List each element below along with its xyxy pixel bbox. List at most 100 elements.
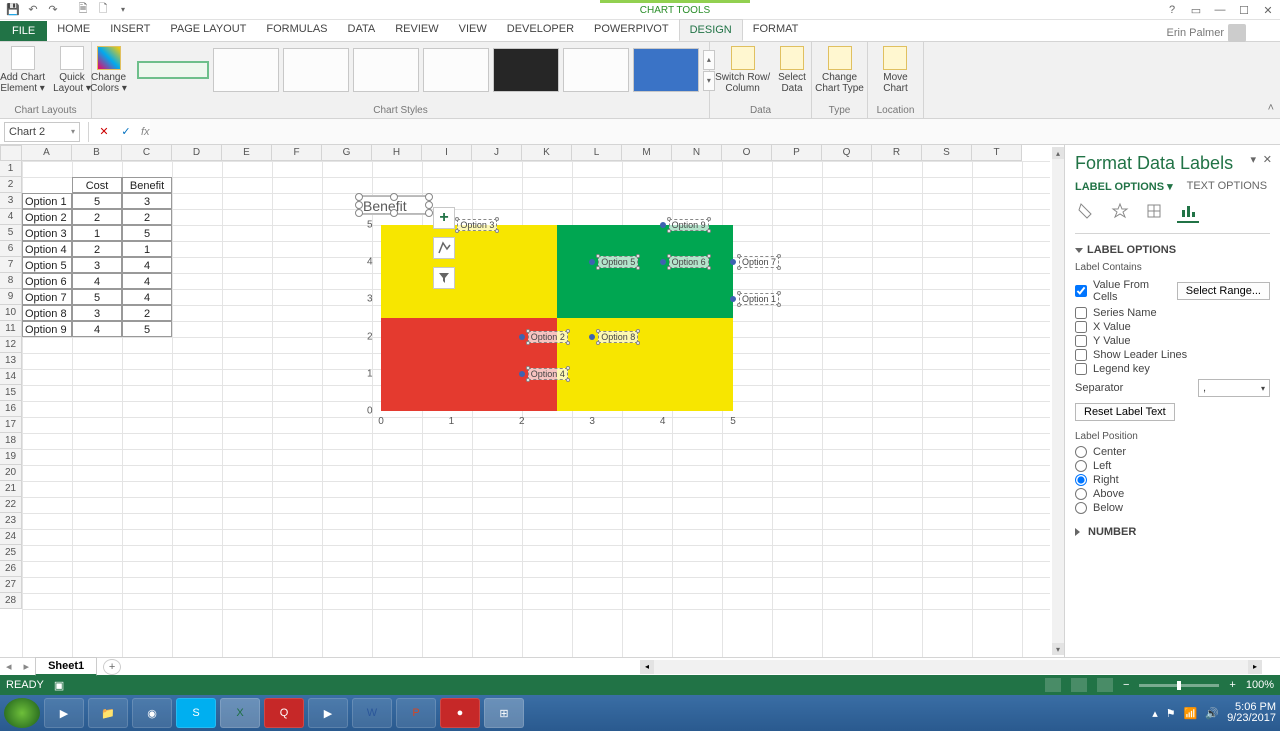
table-row-label[interactable]: Option 6: [22, 273, 72, 289]
file-tab[interactable]: FILE: [0, 21, 47, 41]
size-properties-icon[interactable]: [1143, 201, 1165, 223]
radio-above[interactable]: Above: [1075, 488, 1270, 500]
pane-move-icon[interactable]: ▾: [1250, 153, 1256, 166]
maximize-icon[interactable]: ☐: [1236, 2, 1252, 18]
embedded-chart[interactable]: Benefit 012345012345Option 1Option 2Opti…: [358, 196, 430, 214]
chart-style-5[interactable]: [423, 48, 489, 92]
chart-style-2[interactable]: [213, 48, 279, 92]
chart-style-1[interactable]: [137, 61, 209, 79]
fill-line-icon[interactable]: [1075, 201, 1097, 223]
taskbar-word-icon[interactable]: W: [352, 698, 392, 728]
select-data-button[interactable]: Select Data: [774, 44, 810, 96]
table-cell[interactable]: 4: [122, 273, 172, 289]
chart-style-8[interactable]: [633, 48, 699, 92]
tray-clock[interactable]: 5:06 PM9/23/2017: [1227, 702, 1276, 724]
taskbar-app-icon[interactable]: ▶: [308, 698, 348, 728]
chart-handle[interactable]: [390, 209, 398, 217]
table-row-label[interactable]: Option 3: [22, 225, 72, 241]
chart-data-label[interactable]: Option 6: [669, 256, 709, 268]
chk-legend-key[interactable]: Legend key: [1075, 363, 1270, 375]
taskbar-app-icon[interactable]: ●: [440, 698, 480, 728]
table-cell[interactable]: 5: [72, 289, 122, 305]
start-button[interactable]: [4, 698, 40, 728]
chart-handle[interactable]: [355, 209, 363, 217]
section-label-options[interactable]: LABEL OPTIONS: [1075, 240, 1270, 260]
table-cell[interactable]: 5: [122, 321, 172, 337]
zoom-slider[interactable]: [1139, 684, 1219, 687]
chart-data-label[interactable]: Option 2: [528, 331, 568, 343]
tab-view[interactable]: VIEW: [449, 19, 497, 41]
chart-style-3[interactable]: [283, 48, 349, 92]
move-chart-button[interactable]: Move Chart: [879, 44, 911, 96]
table-row-label[interactable]: Option 1: [22, 193, 72, 209]
row-headers[interactable]: 1234567891011121314151617181920212223242…: [0, 161, 22, 609]
user-info[interactable]: Erin Palmer: [1167, 24, 1246, 42]
chart-point[interactable]: [730, 259, 736, 265]
redo-icon[interactable]: ↷: [44, 1, 62, 19]
chart-handle[interactable]: [355, 193, 363, 201]
vertical-scrollbar[interactable]: ▴ ▾: [1052, 147, 1064, 655]
effects-icon[interactable]: [1109, 201, 1131, 223]
table-cell[interactable]: 3: [72, 257, 122, 273]
new-icon[interactable]: 🗋: [94, 1, 112, 19]
chart-point[interactable]: [519, 371, 525, 377]
table-row-label[interactable]: Option 9: [22, 321, 72, 337]
chart-styles-button[interactable]: [433, 237, 455, 259]
taskbar-explorer-icon[interactable]: 📁: [88, 698, 128, 728]
table-cell[interactable]: 2: [72, 209, 122, 225]
table-header[interactable]: Cost: [72, 177, 122, 193]
enter-formula-icon[interactable]: ✓: [115, 122, 137, 142]
select-all-corner[interactable]: [0, 145, 22, 161]
horizontal-scrollbar[interactable]: ◂ ▸: [640, 660, 1262, 674]
sheet-nav-prev-icon[interactable]: ◂: [0, 660, 18, 673]
reset-label-text-button[interactable]: Reset Label Text: [1075, 403, 1175, 421]
table-row-label[interactable]: Option 4: [22, 241, 72, 257]
print-preview-icon[interactable]: 🗎: [74, 1, 92, 19]
minimize-icon[interactable]: —: [1212, 2, 1228, 18]
tab-home[interactable]: HOME: [47, 19, 100, 41]
tab-data[interactable]: DATA: [338, 19, 386, 41]
tab-insert[interactable]: INSERT: [100, 19, 160, 41]
macro-record-icon[interactable]: ▣: [54, 679, 64, 692]
radio-below[interactable]: Below: [1075, 502, 1270, 514]
tab-format[interactable]: FORMAT: [743, 19, 809, 41]
table-cell[interactable]: 3: [72, 305, 122, 321]
table-cell[interactable]: 4: [122, 257, 172, 273]
table-header[interactable]: Benefit: [122, 177, 172, 193]
table-cell[interactable]: 3: [122, 193, 172, 209]
radio-left[interactable]: Left: [1075, 460, 1270, 472]
tray-arrow-icon[interactable]: ▴: [1152, 707, 1158, 720]
collapse-ribbon-icon[interactable]: ˄: [1268, 102, 1274, 114]
zoom-in-icon[interactable]: +: [1229, 679, 1235, 691]
table-cell[interactable]: 1: [72, 225, 122, 241]
scroll-down-icon[interactable]: ▾: [1052, 643, 1064, 655]
table-cell[interactable]: 2: [122, 209, 172, 225]
zoom-out-icon[interactable]: −: [1123, 679, 1129, 691]
view-page-break-icon[interactable]: [1097, 678, 1113, 692]
chk-show-leader-lines[interactable]: Show Leader Lines: [1075, 349, 1270, 361]
chart-point[interactable]: [660, 222, 666, 228]
chart-handle[interactable]: [425, 193, 433, 201]
table-cell[interactable]: 4: [122, 289, 172, 305]
chart-style-7[interactable]: [563, 48, 629, 92]
name-box[interactable]: Chart 2▾: [4, 122, 80, 142]
label-options-group-icon[interactable]: [1177, 201, 1199, 223]
tray-volume-icon[interactable]: 🔊: [1205, 707, 1219, 720]
chart-data-label[interactable]: Option 3: [457, 219, 497, 231]
tab-label-options[interactable]: LABEL OPTIONS ▾: [1075, 180, 1173, 193]
taskbar-excel-icon[interactable]: X: [220, 698, 260, 728]
chart-data-label[interactable]: Option 4: [528, 368, 568, 380]
table-cell[interactable]: 4: [72, 321, 122, 337]
chart-handle[interactable]: [355, 201, 363, 209]
chart-point[interactable]: [589, 259, 595, 265]
chart-data-label[interactable]: Option 1: [739, 293, 779, 305]
tab-design[interactable]: DESIGN: [679, 19, 743, 41]
add-chart-element-button[interactable]: Add Chart Element ▾: [0, 44, 49, 96]
chk-series-name[interactable]: Series Name: [1075, 307, 1270, 319]
sheet-tab[interactable]: Sheet1: [35, 657, 97, 676]
tray-network-icon[interactable]: 📶: [1184, 707, 1198, 720]
table-cell[interactable]: 5: [122, 225, 172, 241]
view-page-layout-icon[interactable]: [1071, 678, 1087, 692]
chart-handle[interactable]: [425, 209, 433, 217]
select-range-button[interactable]: Select Range...: [1177, 282, 1270, 300]
